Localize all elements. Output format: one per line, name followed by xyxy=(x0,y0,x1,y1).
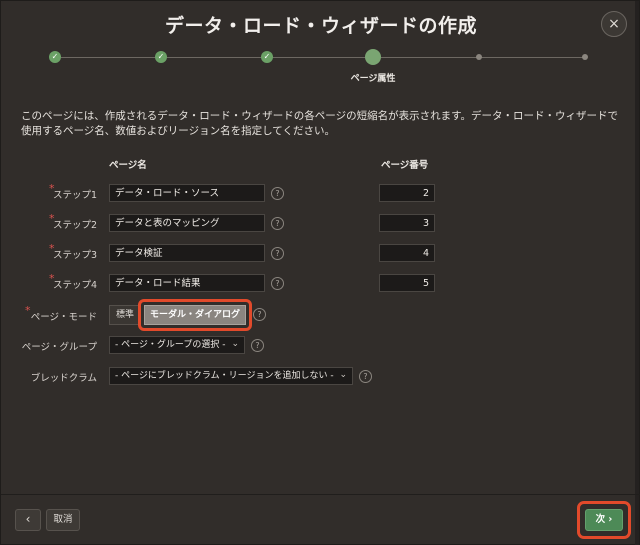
back-button[interactable]: ‹ xyxy=(15,509,41,531)
help-icon[interactable]: ? xyxy=(359,370,372,383)
step2-label: ステップ2 xyxy=(52,220,97,231)
step1-label: ステップ1 xyxy=(52,190,97,201)
step3-page-name-input[interactable]: データ検証 xyxy=(109,244,265,262)
footer-divider xyxy=(1,494,640,495)
column-header-page-name: ページ名 xyxy=(109,160,147,171)
cancel-button[interactable]: 取消 xyxy=(46,509,80,531)
close-icon[interactable]: × xyxy=(601,11,627,37)
wizard-dialog: データ・ロード・ウィザードの作成 × ✓ ✓ ✓ ページ属性 このページには、作… xyxy=(0,0,640,545)
page-description: このページには、作成されるデータ・ロード・ウィザードの各ページの短縮名が表示され… xyxy=(21,110,619,137)
step-current-marker xyxy=(365,49,381,65)
highlight-frame xyxy=(577,501,631,539)
page-group-select[interactable]: - ページ・グループの選択 - ⌄ xyxy=(109,336,245,354)
step2-page-name-input[interactable]: データと表のマッピング xyxy=(109,214,265,232)
step-complete-check-icon: ✓ xyxy=(49,51,61,63)
help-icon[interactable]: ? xyxy=(271,187,284,200)
step3-page-number-input[interactable]: 4 xyxy=(379,244,435,262)
current-step-label: ページ属性 xyxy=(350,74,396,84)
column-header-page-number: ページ番号 xyxy=(381,160,429,171)
step-future-marker xyxy=(582,54,588,60)
step-complete-check-icon: ✓ xyxy=(261,51,273,63)
step1-page-number-input[interactable]: 2 xyxy=(379,184,435,202)
page-group-value: - ページ・グループの選択 - xyxy=(115,340,226,350)
step4-page-number-input[interactable]: 5 xyxy=(379,274,435,292)
help-icon[interactable]: ? xyxy=(271,247,284,260)
chevron-down-icon: ⌄ xyxy=(231,339,239,349)
breadcrumb-label: ブレッドクラム xyxy=(30,373,97,384)
chevron-down-icon: ⌄ xyxy=(339,370,347,380)
help-icon[interactable]: ? xyxy=(253,308,266,321)
step2-page-number-input[interactable]: 3 xyxy=(379,214,435,232)
highlight-frame xyxy=(138,299,252,331)
dialog-edge xyxy=(635,1,639,545)
help-icon[interactable]: ? xyxy=(271,277,284,290)
step-complete-check-icon: ✓ xyxy=(155,51,167,63)
breadcrumb-value: - ページにブレッドクラム・リージョンを追加しない - xyxy=(115,371,334,381)
help-icon[interactable]: ? xyxy=(271,217,284,230)
page-group-label: ページ・グループ xyxy=(21,342,97,353)
step4-label: ステップ4 xyxy=(52,280,97,291)
dialog-title: データ・ロード・ウィザードの作成 xyxy=(164,15,477,37)
step4-page-name-input[interactable]: データ・ロード結果 xyxy=(109,274,265,292)
step-future-marker xyxy=(476,54,482,60)
page-mode-label: ページ・モード xyxy=(30,312,97,323)
breadcrumb-select[interactable]: - ページにブレッドクラム・リージョンを追加しない - ⌄ xyxy=(109,367,353,385)
step1-page-name-input[interactable]: データ・ロード・ソース xyxy=(109,184,265,202)
help-icon[interactable]: ? xyxy=(251,339,264,352)
progress-track xyxy=(56,57,586,58)
step3-label: ステップ3 xyxy=(52,250,97,261)
page-mode-standard-option[interactable]: 標準 xyxy=(109,305,141,325)
